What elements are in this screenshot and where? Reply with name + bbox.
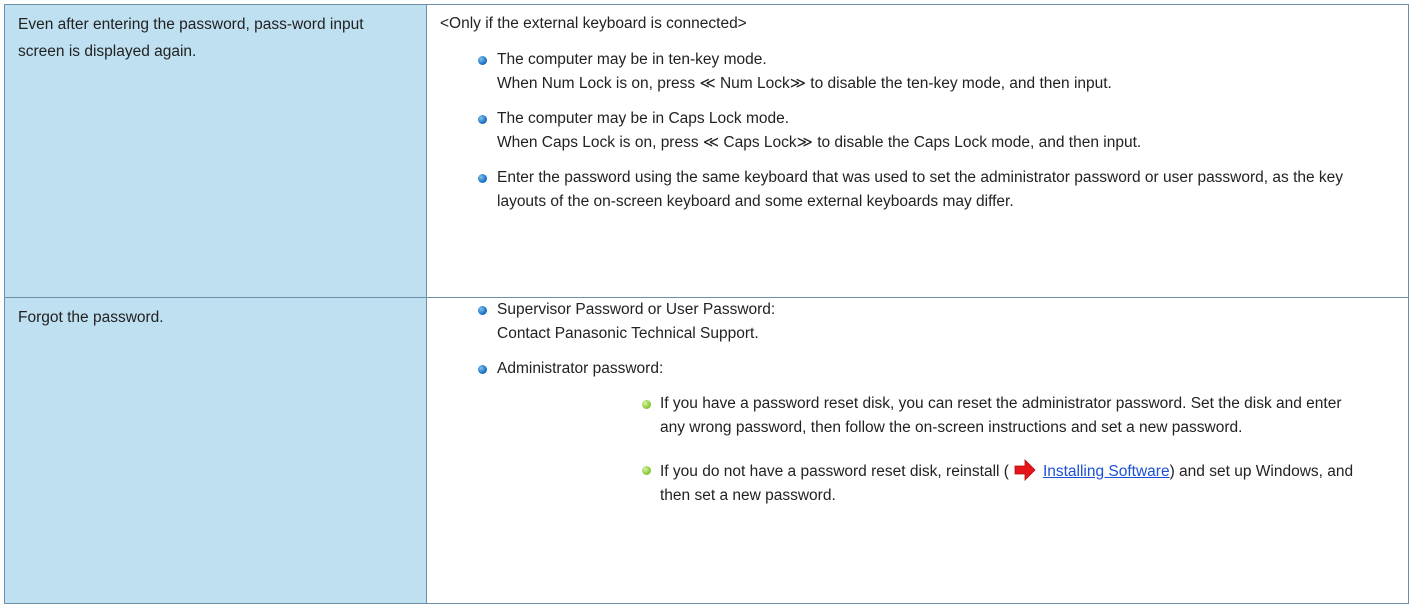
problem-text: Even after entering the password, pass-w…	[18, 16, 364, 60]
list-item-text: When Caps Lock is on, press ≪ Caps Lock≫…	[497, 134, 1142, 151]
list-item: The computer may be in ten-key mode. Whe…	[427, 48, 1408, 96]
list-item: Supervisor Password or User Password: Co…	[427, 298, 1408, 346]
solution-cell: <Only if the external keyboard is connec…	[426, 4, 1409, 298]
green-bullet-icon	[642, 400, 651, 409]
sub-list-item-text: If you do not have a password reset disk…	[660, 463, 1009, 480]
red-arrow-icon	[1014, 459, 1036, 481]
list-item-text: Enter the password using the same keyboa…	[497, 169, 1344, 210]
problem-cell: Forgot the password.	[4, 297, 427, 604]
list-item-text: Contact Panasonic Technical Support.	[497, 325, 759, 342]
green-bullet-icon	[642, 466, 651, 475]
solution-cell: Supervisor Password or User Password: Co…	[426, 297, 1409, 604]
blue-bullet-icon	[478, 306, 487, 315]
list-item: The computer may be in Caps Lock mode. W…	[427, 107, 1408, 155]
list-item: Administrator password: If you have a pa…	[427, 357, 1408, 508]
list-item-text: Administrator password:	[497, 360, 664, 377]
blue-bullet-icon	[478, 56, 487, 65]
solution-list: The computer may be in ten-key mode. Whe…	[427, 48, 1408, 214]
list-item-text: The computer may be in Caps Lock mode.	[497, 110, 790, 127]
sub-list-item: If you do not have a password reset disk…	[497, 458, 1394, 508]
table-row: Forgot the password. Supervisor Password…	[4, 297, 1409, 604]
installing-software-link[interactable]: Installing Software	[1043, 463, 1170, 480]
list-item-text: Supervisor Password or User Password:	[497, 301, 776, 318]
troubleshooting-table: Even after entering the password, pass-w…	[4, 4, 1409, 604]
sub-list: If you have a password reset disk, you c…	[497, 392, 1394, 508]
list-item-text: The computer may be in ten-key mode.	[497, 51, 767, 68]
sub-list-item-text: If you have a password reset disk, you c…	[660, 395, 1342, 436]
problem-text: Forgot the password.	[18, 309, 164, 326]
list-item-text: When Num Lock is on, press ≪ Num Lock≫ t…	[497, 75, 1112, 92]
condition-note: <Only if the external keyboard is connec…	[440, 15, 747, 32]
blue-bullet-icon	[478, 174, 487, 183]
solution-list: Supervisor Password or User Password: Co…	[427, 298, 1408, 508]
problem-cell: Even after entering the password, pass-w…	[4, 4, 427, 298]
sub-list-item: If you have a password reset disk, you c…	[497, 392, 1394, 440]
blue-bullet-icon	[478, 365, 487, 374]
list-item: Enter the password using the same keyboa…	[427, 166, 1408, 214]
blue-bullet-icon	[478, 115, 487, 124]
table-row: Even after entering the password, pass-w…	[4, 4, 1409, 298]
